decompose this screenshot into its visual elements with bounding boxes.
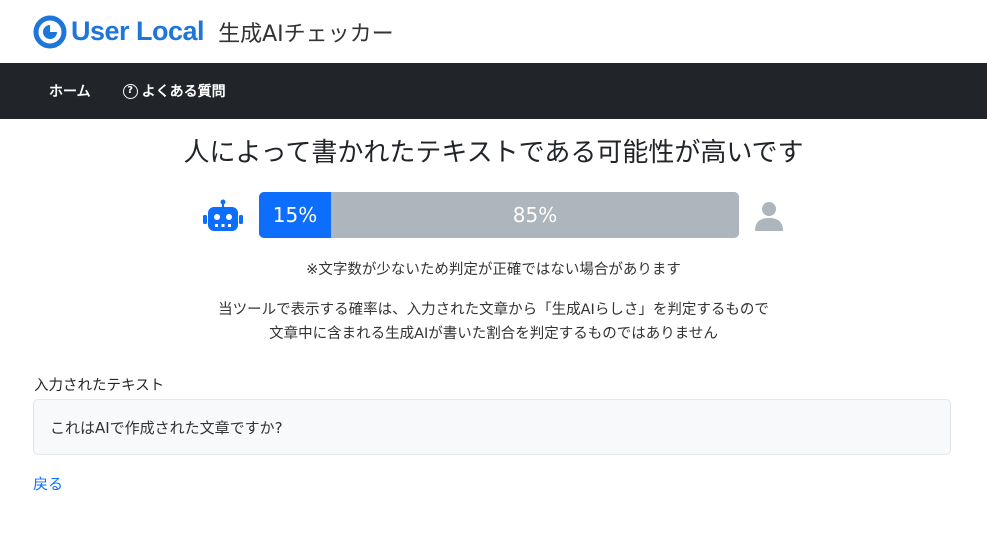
question-circle-icon: ? [122,83,138,99]
navbar: ホーム ? よくある質問 [0,63,987,119]
disclaimer-line-1: 当ツールで表示する確率は、入力された文章から「生成AIらしさ」を判定するもので [218,302,769,318]
accuracy-note: ※文字数が少ないため判定が正確ではない場合があります [306,262,681,278]
app-title: 生成AIチェッカー [218,21,394,47]
human-probability-segment: 85% [331,192,739,238]
nav-faq-link[interactable]: ? よくある質問 [122,81,226,101]
input-text-label: 入力されたテキスト [34,378,165,394]
ai-probability-segment: 15% [259,192,331,238]
disclaimer-line-2: 文章中に含まれる生成AIが書いた割合を判定するものではありません [269,326,718,342]
probability-row: 15% 85% [0,192,987,240]
nav-home-label: ホーム [49,84,91,100]
person-icon [755,202,783,231]
logo-mark-icon [33,15,67,48]
logo-text: User Local [71,16,205,46]
nav-home-link[interactable]: ホーム [49,81,91,101]
probability-bar: 15% 85% [259,192,739,238]
back-link[interactable]: 戻る [33,473,63,494]
nav-faq-label: よくある質問 [141,84,226,100]
site-header: User Local 生成AIチェッカー [0,0,987,63]
result-title: 人によって書かれたテキストである可能性が高いです [183,138,804,168]
input-text-display: これはAIで作成された文章ですか? [33,399,951,455]
robot-icon [203,199,243,231]
ai-probability-label: 15% [272,203,318,227]
main-content: 人によって書かれたテキストである可能性が高いです 15% 85% ※文字数が少な… [0,135,987,494]
user-local-logo[interactable]: User Local [33,15,205,49]
disclaimer: 当ツールで表示する確率は、入力された文章から「生成AIらしさ」を判定するもので … [0,298,987,346]
human-probability-label: 85% [512,203,558,227]
